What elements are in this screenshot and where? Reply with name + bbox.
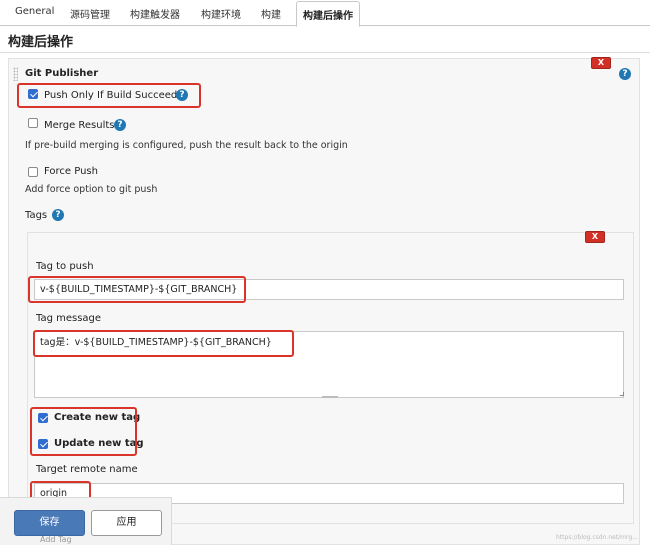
tab-build-triggers[interactable]: 构建触发器 <box>130 6 180 21</box>
push-only-label: Push Only If Build Succeeds <box>44 90 183 101</box>
config-tabs: General 源码管理 构建触发器 构建环境 构建 构建后操作 <box>0 0 650 27</box>
git-publisher-help-icon[interactable]: ? <box>619 68 631 80</box>
section-title: 构建后操作 <box>8 35 74 50</box>
tab-build-environment[interactable]: 构建环境 <box>201 6 241 21</box>
tab-post-build-actions[interactable]: 构建后操作 <box>296 1 360 27</box>
tab-general[interactable]: General <box>15 6 54 17</box>
create-new-tag-label: Create new tag <box>54 412 141 423</box>
drag-handle-icon[interactable] <box>13 67 18 81</box>
force-push-checkbox[interactable] <box>28 167 38 177</box>
create-new-tag-checkbox[interactable] <box>38 413 48 423</box>
add-tag-button[interactable]: Add Tag <box>40 535 72 544</box>
update-new-tag-label: Update new tag <box>54 438 144 449</box>
force-push-description: Add force option to git push <box>25 184 158 195</box>
tag-message-textarea[interactable]: tag是：v-${BUILD_TIMESTAMP}-${GIT_BRANCH} <box>34 331 624 398</box>
push-only-help-icon[interactable]: ? <box>176 89 188 101</box>
tags-help-icon[interactable]: ? <box>52 209 64 221</box>
merge-results-checkbox[interactable] <box>28 118 38 128</box>
tab-build[interactable]: 构建 <box>261 6 281 21</box>
force-push-label: Force Push <box>44 166 98 177</box>
tag-to-push-input[interactable]: v-${BUILD_TIMESTAMP}-${GIT_BRANCH} <box>34 279 624 300</box>
merge-results-description: If pre-build merging is configured, push… <box>25 140 348 151</box>
delete-git-publisher-button[interactable]: X <box>591 57 611 69</box>
tag-message-label: Tag message <box>36 313 102 324</box>
watermark: https://blog.csdn.net/mrg... <box>556 534 638 541</box>
target-remote-label: Target remote name <box>36 464 138 475</box>
save-button[interactable]: 保存 <box>14 510 85 536</box>
tab-scm[interactable]: 源码管理 <box>70 6 110 21</box>
section-divider <box>0 52 650 53</box>
tag-to-push-label: Tag to push <box>36 261 94 272</box>
tags-label: Tags <box>25 210 48 221</box>
textarea-resize-handle[interactable] <box>620 392 624 396</box>
merge-results-help-icon[interactable]: ? <box>114 119 126 131</box>
merge-results-label: Merge Results <box>44 120 115 131</box>
textarea-drag-bar[interactable] <box>322 396 338 398</box>
apply-button[interactable]: 应用 <box>91 510 162 536</box>
git-publisher-title: Git Publisher <box>25 68 99 79</box>
update-new-tag-checkbox[interactable] <box>38 439 48 449</box>
push-only-checkbox[interactable] <box>28 89 38 99</box>
delete-tag-button[interactable]: X <box>585 231 605 243</box>
